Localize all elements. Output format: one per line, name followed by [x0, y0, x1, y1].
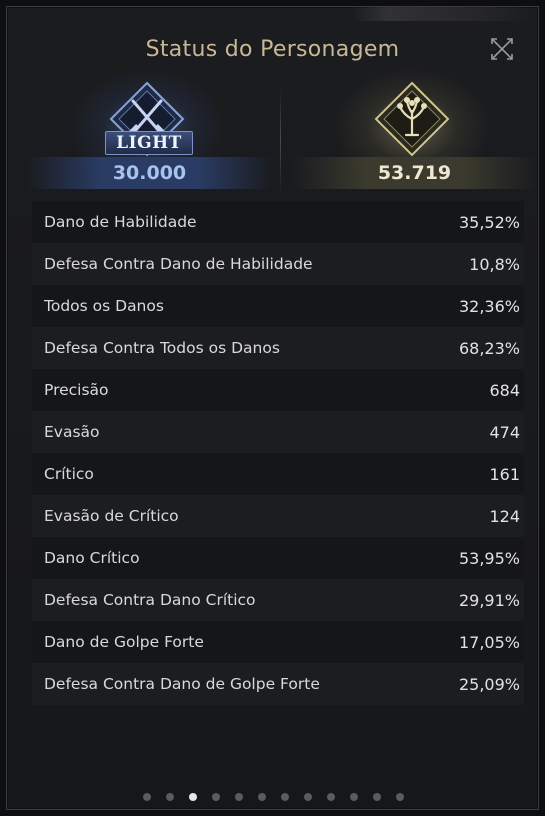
- emblem-divider: [280, 87, 281, 195]
- stat-row: Todos os Danos 32,36%: [32, 285, 524, 327]
- page-dot[interactable]: [373, 793, 381, 801]
- stat-row: Defesa Contra Todos os Danos 68,23%: [32, 327, 524, 369]
- page-dot[interactable]: [350, 793, 358, 801]
- stat-label: Dano Crítico: [44, 549, 140, 567]
- page-dot[interactable]: [304, 793, 312, 801]
- stat-label: Dano de Habilidade: [44, 213, 197, 231]
- stat-row: Dano de Habilidade 35,52%: [32, 201, 524, 243]
- stat-value: 25,09%: [458, 674, 520, 694]
- stat-value: 684: [489, 380, 520, 400]
- stat-row: Precisão 684: [32, 369, 524, 411]
- stat-label: Crítico: [44, 465, 94, 483]
- stat-value: 53,95%: [458, 548, 520, 568]
- stat-value: 161: [489, 464, 520, 484]
- panel-title: Status do Personagem: [145, 37, 400, 62]
- stat-label: Dano de Golpe Forte: [44, 633, 204, 651]
- character-status-panel: Status do Personagem LIGHT 30.000 53.719…: [6, 6, 539, 810]
- stat-row: Evasão 474: [32, 411, 524, 453]
- stat-value: 68,23%: [458, 338, 520, 358]
- light-emblem-section: LIGHT 30.000: [27, 67, 272, 195]
- stat-label: Defesa Contra Dano Crítico: [44, 591, 256, 609]
- top-ornament: [352, 7, 532, 21]
- close-icon: [491, 38, 513, 60]
- stat-row: Dano Crítico 53,95%: [32, 537, 524, 579]
- page-dot[interactable]: [258, 793, 266, 801]
- stat-label: Defesa Contra Dano de Golpe Forte: [44, 675, 320, 693]
- stat-row: Defesa Contra Dano de Habilidade 10,8%: [32, 243, 524, 285]
- page-dot[interactable]: [281, 793, 289, 801]
- stat-label: Todos os Danos: [44, 297, 164, 315]
- light-badge: LIGHT: [105, 131, 193, 155]
- stats-list: Dano de Habilidade 35,52% Defesa Contra …: [32, 201, 524, 705]
- stat-label: Defesa Contra Dano de Habilidade: [44, 255, 313, 273]
- close-button[interactable]: [488, 35, 516, 63]
- tree-score: 53.719: [292, 157, 537, 189]
- stat-value: 10,8%: [469, 254, 520, 274]
- stat-value: 32,36%: [458, 296, 520, 316]
- light-score: 30.000: [27, 157, 272, 189]
- tree-icon: [374, 81, 450, 157]
- stat-label: Defesa Contra Todos os Danos: [44, 339, 280, 357]
- stat-value: 17,05%: [458, 632, 520, 652]
- stat-row: Dano de Golpe Forte 17,05%: [32, 621, 524, 663]
- stat-value: 29,91%: [458, 590, 520, 610]
- stat-row: Evasão de Crítico 124: [32, 495, 524, 537]
- stat-label: Precisão: [44, 381, 109, 399]
- page-dot[interactable]: [143, 793, 151, 801]
- page-dot[interactable]: [235, 793, 243, 801]
- stat-value: 474: [489, 422, 520, 442]
- page-dot[interactable]: [212, 793, 220, 801]
- page-indicator: [7, 793, 538, 801]
- tree-emblem-section: 53.719: [292, 67, 537, 195]
- page-dot[interactable]: [396, 793, 404, 801]
- stat-label: Evasão: [44, 423, 100, 441]
- stat-value: 124: [489, 506, 520, 526]
- page-dot[interactable]: [327, 793, 335, 801]
- stat-value: 35,52%: [458, 212, 520, 232]
- stat-label: Evasão de Crítico: [44, 507, 179, 525]
- stat-row: Defesa Contra Dano de Golpe Forte 25,09%: [32, 663, 524, 705]
- stat-row: Crítico 161: [32, 453, 524, 495]
- page-dot[interactable]: [166, 793, 174, 801]
- stat-row: Defesa Contra Dano Crítico 29,91%: [32, 579, 524, 621]
- page-dot-active[interactable]: [189, 793, 197, 801]
